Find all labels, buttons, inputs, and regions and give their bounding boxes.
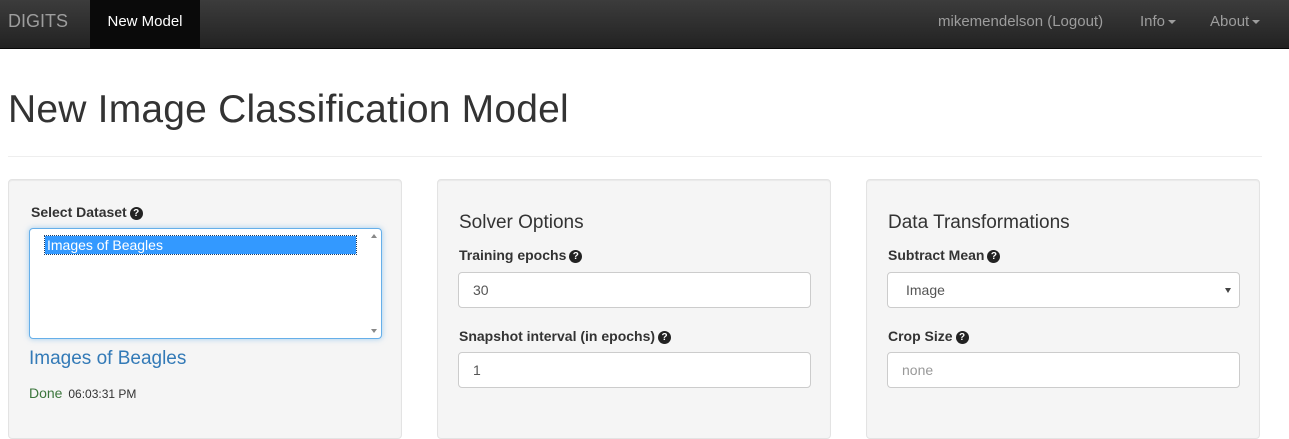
chevron-down-icon <box>1252 20 1261 25</box>
select-dataset-label-text: Select Dataset <box>31 204 127 220</box>
solver-options-heading: Solver Options <box>459 212 584 233</box>
nav-info-label: Info <box>1140 13 1166 30</box>
crop-size-input[interactable]: none <box>887 352 1240 388</box>
nav-info-dropdown[interactable]: Info <box>1140 0 1177 48</box>
data-transformations-heading: Data Transformations <box>888 212 1070 233</box>
help-icon[interactable]: ? <box>569 250 583 263</box>
help-icon[interactable]: ? <box>955 331 969 344</box>
training-epochs-label: Training epochs? <box>459 247 583 263</box>
nav-about-dropdown[interactable]: About <box>1210 0 1261 48</box>
nav-about-label: About <box>1210 13 1250 30</box>
snapshot-interval-input[interactable]: 1 <box>458 352 811 388</box>
dataset-link[interactable]: Images of Beagles <box>29 348 186 370</box>
snapshot-interval-label-text: Snapshot interval (in epochs) <box>459 328 656 344</box>
scroll-up-icon[interactable] <box>371 234 377 238</box>
training-epochs-label-text: Training epochs <box>459 247 567 263</box>
status-text: Done <box>29 385 63 401</box>
crop-size-label-text: Crop Size <box>888 328 953 344</box>
nav-new-model[interactable]: New Model <box>90 0 200 48</box>
title-divider <box>8 156 1262 157</box>
help-icon[interactable]: ? <box>129 207 143 220</box>
top-navbar: DIGITS New Model mikemendelson (Logout) … <box>0 0 1289 49</box>
dataset-option[interactable]: Images of Beagles <box>44 235 357 255</box>
chevron-down-icon <box>1168 20 1177 25</box>
training-epochs-input[interactable]: 30 <box>458 272 811 308</box>
nav-user-logout[interactable]: mikemendelson (Logout) <box>938 0 1103 48</box>
subtract-mean-label: Subtract Mean? <box>888 247 1001 263</box>
status-timestamp: 06:03:31 PM <box>68 387 137 401</box>
help-icon[interactable]: ? <box>987 250 1001 263</box>
scroll-down-icon[interactable] <box>371 329 377 333</box>
subtract-mean-select[interactable]: Image <box>887 272 1240 308</box>
subtract-mean-selected-value: Image <box>906 282 945 298</box>
help-icon[interactable]: ? <box>658 331 672 344</box>
subtract-mean-label-text: Subtract Mean <box>888 247 985 263</box>
brand-link[interactable]: DIGITS <box>8 0 68 48</box>
page-title: New Image Classification Model <box>8 88 569 131</box>
solver-options-panel: Solver Options Training epochs? 30 Snaps… <box>437 179 831 439</box>
select-dataset-label: Select Dataset? <box>31 204 143 220</box>
crop-size-label: Crop Size? <box>888 328 969 344</box>
dropdown-arrow-icon <box>1225 288 1231 293</box>
snapshot-interval-label: Snapshot interval (in epochs)? <box>459 328 672 344</box>
data-transformations-panel: Data Transformations Subtract Mean? Imag… <box>866 179 1260 439</box>
dataset-status: Done 06:03:31 PM <box>29 385 136 401</box>
dataset-listbox[interactable]: Images of Beagles <box>29 228 382 339</box>
dataset-panel: Select Dataset? Images of Beagles Images… <box>8 179 402 439</box>
